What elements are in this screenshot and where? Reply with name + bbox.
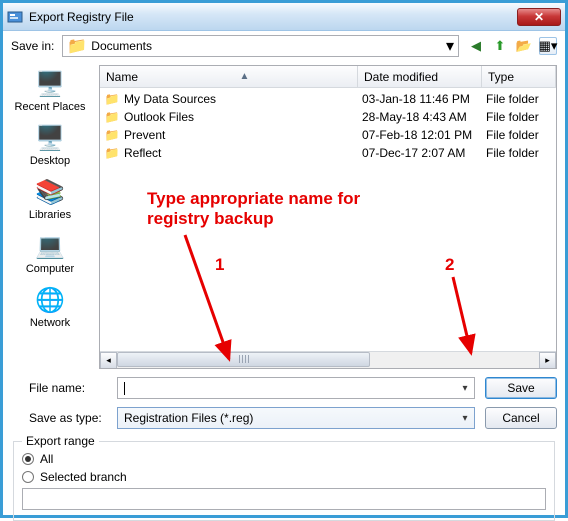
regedit-icon xyxy=(7,9,23,25)
new-folder-icon[interactable]: 📂 xyxy=(515,37,533,55)
export-range-group: Export range All Selected branch xyxy=(13,441,555,521)
up-icon[interactable]: ⬆ xyxy=(491,37,509,55)
folder-icon: 📁 xyxy=(104,146,120,160)
file-name-input[interactable]: ▾ xyxy=(117,377,475,399)
sidebar-recent-places[interactable]: 🖥️ Recent Places xyxy=(15,69,86,113)
view-menu-button[interactable]: ▦▾ xyxy=(539,37,557,55)
table-row[interactable]: 📁 Prevent07-Feb-18 12:01 PMFile folder xyxy=(100,126,556,144)
save-as-type-label: Save as type: xyxy=(29,411,107,425)
close-icon: ✕ xyxy=(534,10,544,24)
desktop-icon: 🖥️ xyxy=(32,123,68,153)
recent-places-icon: 🖥️ xyxy=(32,69,68,99)
sidebar-computer[interactable]: 💻 Computer xyxy=(26,231,74,275)
file-name-label: File name: xyxy=(29,381,107,395)
save-as-type-select[interactable]: Registration Files (*.reg) ▾ xyxy=(117,407,475,429)
save-in-value: Documents xyxy=(91,39,152,53)
file-type: File folder xyxy=(486,110,552,124)
save-in-label: Save in: xyxy=(11,39,54,53)
horizontal-scrollbar[interactable]: ◂ ▸ xyxy=(100,351,556,368)
cancel-button[interactable]: Cancel xyxy=(485,407,557,429)
column-headers: Name▲ Date modified Type xyxy=(100,66,556,88)
title-bar: Export Registry File ✕ xyxy=(3,3,565,31)
file-date: 07-Dec-17 2:07 AM xyxy=(362,146,486,160)
folder-icon: 📁 xyxy=(104,110,120,124)
documents-icon: 📁 xyxy=(67,36,87,56)
chevron-down-icon: ▾ xyxy=(442,36,458,56)
file-type: File folder xyxy=(486,128,552,142)
file-date: 07-Feb-18 12:01 PM xyxy=(362,128,486,142)
col-date[interactable]: Date modified xyxy=(358,66,482,87)
file-type: File folder xyxy=(486,146,552,160)
save-button[interactable]: Save xyxy=(485,377,557,399)
chevron-down-icon: ▾ xyxy=(458,380,472,396)
file-name: My Data Sources xyxy=(124,92,362,106)
folder-icon: 📁 xyxy=(104,92,120,106)
table-row[interactable]: 📁 Reflect07-Dec-17 2:07 AMFile folder xyxy=(100,144,556,162)
file-name: Prevent xyxy=(124,128,362,142)
scroll-right-icon[interactable]: ▸ xyxy=(539,352,556,369)
file-name: Outlook Files xyxy=(124,110,362,124)
radio-all[interactable]: All xyxy=(22,452,546,466)
file-name: Reflect xyxy=(124,146,362,160)
table-row[interactable]: 📁 My Data Sources03-Jan-18 11:46 PMFile f… xyxy=(100,90,556,108)
col-name[interactable]: Name▲ xyxy=(100,66,358,87)
save-in-combo[interactable]: 📁 Documents ▾ xyxy=(62,35,459,57)
places-bar: 🖥️ Recent Places 🖥️ Desktop 📚 Libraries … xyxy=(3,61,97,373)
radio-selected-branch[interactable]: Selected branch xyxy=(22,470,546,484)
chevron-down-icon: ▾ xyxy=(458,410,472,426)
back-icon[interactable]: ◀ xyxy=(467,37,485,55)
table-row[interactable]: 📁 Outlook Files28-May-18 4:43 AMFile fold… xyxy=(100,108,556,126)
sidebar-network[interactable]: 🌐 Network xyxy=(30,285,70,329)
export-range-legend: Export range xyxy=(22,434,99,448)
libraries-icon: 📚 xyxy=(32,177,68,207)
radio-icon xyxy=(22,471,34,483)
sidebar-desktop[interactable]: 🖥️ Desktop xyxy=(30,123,70,167)
file-date: 03-Jan-18 11:46 PM xyxy=(362,92,486,106)
file-list-view[interactable]: Name▲ Date modified Type 📁 My Data Source… xyxy=(99,65,557,369)
close-button[interactable]: ✕ xyxy=(517,8,561,26)
file-type: File folder xyxy=(486,92,552,106)
location-bar: Save in: 📁 Documents ▾ ◀ ⬆ 📂 ▦▾ xyxy=(3,31,565,61)
radio-icon xyxy=(22,453,34,465)
sort-indicator-icon: ▲ xyxy=(240,71,250,82)
window-title: Export Registry File xyxy=(29,10,517,24)
network-icon: 🌐 xyxy=(32,285,68,315)
scroll-thumb[interactable] xyxy=(117,352,370,367)
branch-path-input[interactable] xyxy=(22,488,546,510)
computer-icon: 💻 xyxy=(32,231,68,261)
sidebar-libraries[interactable]: 📚 Libraries xyxy=(29,177,71,221)
folder-icon: 📁 xyxy=(104,128,120,142)
scroll-left-icon[interactable]: ◂ xyxy=(100,352,117,369)
col-type[interactable]: Type xyxy=(482,66,556,87)
file-date: 28-May-18 4:43 AM xyxy=(362,110,486,124)
